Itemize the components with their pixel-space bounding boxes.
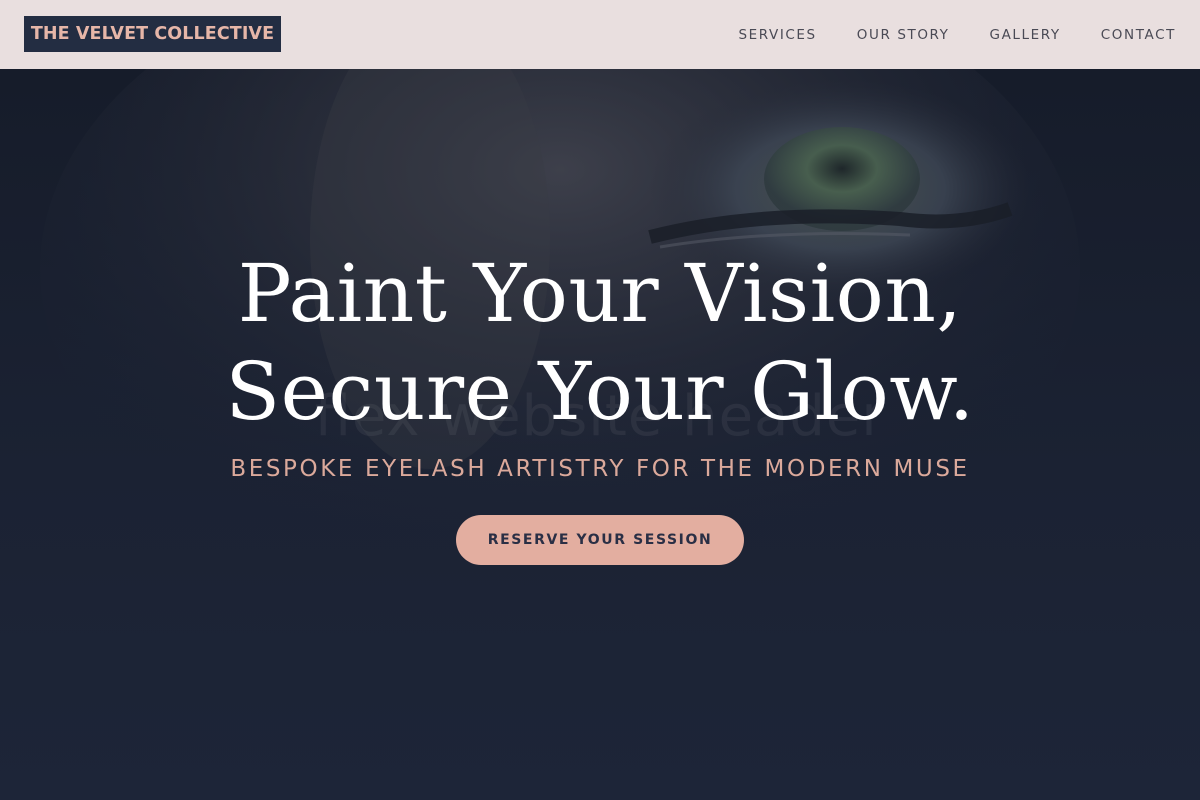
reserve-session-button[interactable]: RESERVE YOUR SESSION	[456, 515, 744, 565]
nav-link-contact[interactable]: CONTACT	[1101, 27, 1176, 43]
hero-tagline: BESPOKE EYELASH ARTISTRY FOR THE MODERN …	[230, 456, 970, 482]
hero-headline-line-1: Paint Your Vision,	[237, 247, 963, 340]
main-nav: SERVICES OUR STORY GALLERY CONTACT	[738, 0, 1176, 69]
hero-section: flex website header Paint Your Vision, S…	[0, 69, 1200, 800]
brand-logo[interactable]: THE VELVET COLLECTIVE	[24, 16, 281, 52]
site-header: THE VELVET COLLECTIVE SERVICES OUR STORY…	[0, 0, 1200, 69]
hero-headline-line-2: Secure Your Glow.	[225, 345, 975, 438]
hero-headline: Paint Your Vision, Secure Your Glow.	[0, 245, 1200, 441]
nav-link-gallery[interactable]: GALLERY	[990, 27, 1061, 43]
nav-link-services[interactable]: SERVICES	[738, 27, 816, 43]
nav-link-our-story[interactable]: OUR STORY	[857, 27, 950, 43]
